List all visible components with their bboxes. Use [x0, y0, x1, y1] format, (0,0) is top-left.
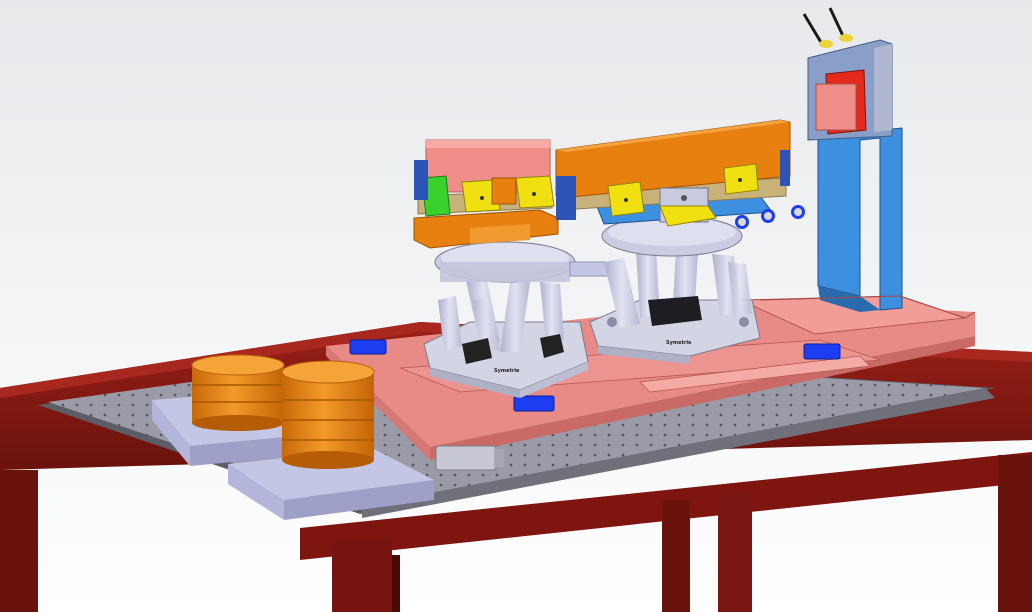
table-leg-back-mid [662, 500, 690, 612]
drum-back [191, 354, 285, 431]
clamp [513, 395, 555, 412]
clamp [803, 343, 841, 360]
hexapod-right: Symetrie [589, 215, 761, 364]
brand-mark: Symetrie [666, 340, 692, 346]
clamp [349, 339, 387, 355]
brand-mark: Symetrie [494, 368, 520, 374]
left-payload [413, 139, 559, 249]
actuator-cylinder [435, 445, 497, 471]
cad-scene: Symetrie Symetrie [0, 0, 1032, 612]
table-leg-back-right [718, 490, 752, 612]
table-leg-right [998, 455, 1032, 612]
table-leg-front-mid [332, 540, 392, 612]
table-leg-front-left [0, 470, 38, 612]
drum-front [281, 360, 375, 469]
cad-render: Symetrie Symetrie [0, 0, 1032, 612]
